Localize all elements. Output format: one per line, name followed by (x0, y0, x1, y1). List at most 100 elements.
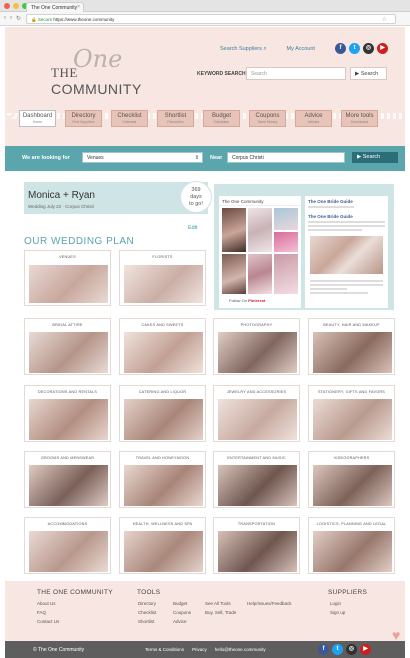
footer-link[interactable]: Buy, Sell, Trade (205, 610, 236, 615)
instagram-icon[interactable]: ◎ (363, 43, 374, 54)
footer-link[interactable]: Help/Issues/Feedback (247, 601, 292, 606)
footer-link[interactable]: Coupons (173, 610, 191, 615)
pinterest-widget[interactable]: The One Community Follow On Pinterest (219, 196, 301, 308)
tab-label: Budget (211, 113, 232, 119)
site-footer: THE ONE COMMUNITY TOOLS SUPPLIERS About … (5, 581, 405, 641)
footer-link[interactable]: Shortlist (138, 619, 154, 624)
footer-link[interactable]: Directory (138, 601, 156, 606)
category-tile[interactable]: JEWELRY AND ACCESSORIES (213, 385, 300, 442)
category-tile[interactable]: FLORISTS (119, 250, 206, 306)
category-tile[interactable]: CAKES AND SWEETS (119, 318, 206, 375)
youtube-icon[interactable]: ▶ (377, 43, 388, 54)
category-label: CAKES AND SWEETS (141, 323, 184, 327)
category-label: TRAVEL AND HONEYMOON (135, 456, 190, 460)
tab-checklist[interactable]: Checklist Calendar (111, 110, 148, 127)
category-image (29, 332, 108, 373)
category-image (29, 265, 108, 303)
minimize-window-button[interactable] (13, 3, 19, 9)
tab-shortlist[interactable]: Shortlist Favourites (157, 110, 194, 127)
legal-link[interactable]: Terms & Conditions (145, 647, 184, 652)
search-suppliers-label: Search Suppliers (220, 46, 262, 52)
reload-icon[interactable]: ↻ (16, 15, 21, 22)
category-label: VENUES (59, 255, 76, 259)
twitter-icon[interactable]: t (332, 644, 343, 655)
category-label: STATIONERY, GIFTS AND FAVORS (317, 390, 386, 394)
edit-link[interactable]: Edit (188, 225, 197, 231)
category-tile[interactable]: HEALTH, WELLNESS AND SPA (119, 517, 206, 574)
search-button[interactable]: ▶ Search (352, 152, 398, 163)
tab-directory[interactable]: Directory Find Suppliers (65, 110, 102, 127)
category-image (313, 332, 392, 373)
keyword-search-input[interactable]: Search (246, 67, 346, 80)
footer-link[interactable]: Login (330, 601, 341, 606)
category-label: ACCOMMODATIONS (47, 522, 88, 526)
legal-link[interactable]: Privacy (192, 647, 207, 652)
facebook-widget[interactable]: The One Bride Guide The One Bride Guide (305, 196, 388, 308)
footer-link[interactable]: Checklist (138, 610, 156, 615)
category-tile[interactable]: TRANSPORTATION (213, 517, 300, 574)
category-tile[interactable]: BRIDAL ATTIRE (24, 318, 111, 375)
footer-link[interactable]: About Us (37, 601, 56, 606)
close-tab-icon[interactable]: × (77, 4, 80, 10)
tab-more-tools[interactable]: More tools Downloads (341, 110, 378, 127)
location-input[interactable]: Corpus Christi (227, 152, 345, 163)
tab-coupons[interactable]: Coupons Save Money (249, 110, 286, 127)
instagram-icon[interactable]: ◎ (346, 644, 357, 655)
category-tile[interactable]: ENTERTAINMENT AND MUSIC (213, 451, 300, 508)
tab-dashboard[interactable]: Dashboard Home (19, 110, 56, 127)
category-tile[interactable]: ACCOMMODATIONS (24, 517, 111, 574)
search-suppliers-link[interactable]: Search Suppliers ⌕ (220, 46, 267, 53)
facebook-icon[interactable]: f (335, 43, 346, 54)
facebook-text-line (308, 225, 385, 227)
footer-link[interactable]: Budget (173, 601, 187, 606)
category-tile[interactable]: TRAVEL AND HONEYMOON (119, 451, 206, 508)
keyword-search-label: KEYWORD SEARCH (197, 71, 246, 77)
category-tile[interactable]: LOGISTICS, PLANNING AND LEGAL (308, 517, 395, 574)
category-tile[interactable]: BEAUTY, HAIR AND MAKEUP (308, 318, 395, 375)
youtube-icon[interactable]: ▶ (360, 644, 371, 655)
forward-icon[interactable]: › (10, 15, 12, 22)
url-field[interactable]: 🔒 Secure https://www.theone.community ☆ (26, 14, 396, 24)
pin-image[interactable] (248, 208, 272, 252)
pin-image[interactable] (274, 232, 298, 252)
facebook-post-image[interactable] (310, 236, 383, 274)
category-tile[interactable]: DECORATIONS AND RENTALS (24, 385, 111, 442)
pin-image[interactable] (248, 254, 272, 294)
pinterest-follow[interactable]: Follow On Pinterest (229, 298, 265, 303)
keyword-search-button[interactable]: ▶ Search (350, 67, 387, 80)
footer-link[interactable]: Advice (173, 619, 187, 624)
pin-image[interactable] (274, 254, 298, 294)
pin-image[interactable] (222, 208, 246, 252)
facebook-icon[interactable]: f (318, 644, 329, 655)
pinterest-follow-label: Follow On (229, 298, 248, 303)
legal-link[interactable]: hello@theone.community (215, 647, 266, 652)
pin-image[interactable] (274, 208, 298, 230)
site-logo[interactable]: One THE COMMUNITY (51, 45, 151, 97)
pinterest-brand: Pinterest (248, 298, 266, 303)
category-tile[interactable]: VENUES (24, 250, 111, 306)
tab-budget[interactable]: Budget Calculator (203, 110, 240, 127)
category-tile[interactable]: CATERING AND LIQUOR (119, 385, 206, 442)
twitter-icon[interactable]: t (349, 43, 360, 54)
category-label: HEALTH, WELLNESS AND SPA (132, 522, 193, 526)
category-tile[interactable]: VIDEOGRAPHERS (308, 451, 395, 508)
close-window-button[interactable] (4, 3, 10, 9)
category-tile[interactable]: STATIONERY, GIFTS AND FAVORS (308, 385, 395, 442)
tab-advice[interactable]: Advice Articles (295, 110, 332, 127)
footer-link[interactable]: See All Tools (205, 601, 231, 606)
category-image (313, 531, 392, 572)
heart-icon[interactable]: ♥ (392, 628, 406, 642)
footer-link[interactable]: FAQ (37, 610, 46, 615)
tab-label: Directory (71, 113, 96, 119)
category-tile[interactable]: GROOMS AND MENSWEAR (24, 451, 111, 508)
my-account-link[interactable]: My Account (287, 46, 315, 53)
footer-link[interactable]: Sign up (330, 610, 345, 615)
back-icon[interactable]: ‹ (4, 15, 6, 22)
pin-image[interactable] (222, 254, 246, 294)
category-tile[interactable]: PHOTOGRAPHY (213, 318, 300, 375)
category-select[interactable]: Venues ⇕ (82, 152, 203, 163)
category-label: VIDEOGRAPHERS (333, 456, 370, 460)
footer-link[interactable]: Contact Us (37, 619, 59, 624)
browser-tab[interactable]: The One Community × (26, 2, 84, 12)
bookmark-star-icon[interactable]: ☆ (382, 16, 387, 23)
